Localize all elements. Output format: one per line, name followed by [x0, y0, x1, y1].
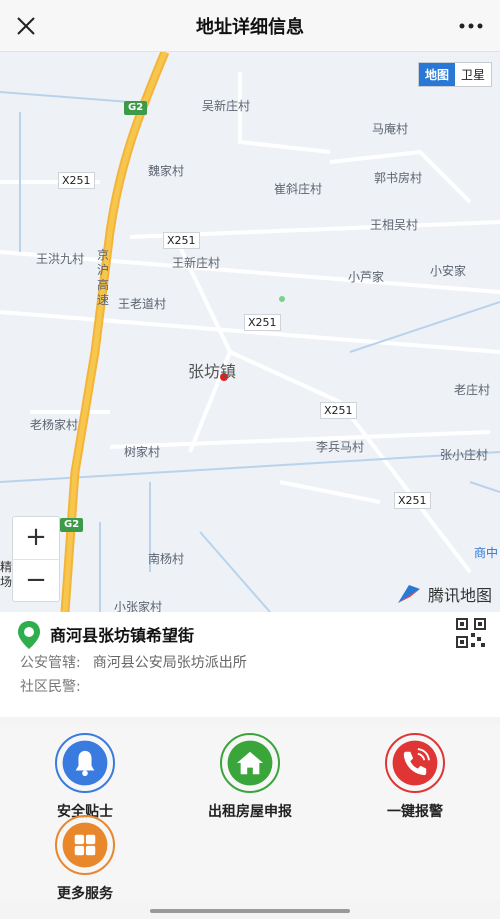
- page-title: 地址详细信息: [196, 17, 304, 38]
- service-label: 一键报警: [387, 804, 443, 820]
- address-name: 商河县张坊镇希望街: [50, 626, 195, 645]
- top-bar: 地址详细信息: [0, 0, 500, 52]
- zoom-control: + −: [12, 516, 60, 602]
- more-services-button[interactable]: 更多服务: [15, 815, 155, 903]
- road-tag: X251: [244, 314, 281, 331]
- place-label: 小芦家: [348, 270, 385, 284]
- phone-icon: [385, 733, 445, 793]
- services-grid: 安全贴士 出租房屋申报 一键报警 更多服务: [0, 725, 500, 903]
- bell-icon: [55, 733, 115, 793]
- place-label: 魏家村: [148, 164, 185, 178]
- provider-name: 腾讯地图: [427, 586, 492, 605]
- police-value: 商河县公安局张坊派出所: [92, 655, 247, 671]
- map-view[interactable]: 吴新庄村 马庵村 魏家村 崔斜庄村 郭书房村 王相吴村 王洪九村 王新庄村 小芦…: [0, 52, 500, 612]
- rental-housing-report-button[interactable]: 出租房屋申报: [180, 733, 320, 821]
- highway-label: 京沪高速: [97, 248, 110, 307]
- service-label: 出租房屋申报: [208, 804, 292, 820]
- community-police-label: 社区民警:: [20, 679, 81, 695]
- zoom-in-button[interactable]: +: [13, 517, 59, 560]
- address-info-panel: 商河县张坊镇希望街 公安管辖: 商河县公安局张坊派出所 社区民警:: [0, 612, 500, 717]
- service-label: 更多服务: [57, 886, 113, 902]
- police-label: 公安管辖:: [20, 655, 81, 671]
- road-tag: X251: [163, 232, 200, 249]
- map-mode-button[interactable]: 地图: [418, 63, 455, 86]
- tencent-map-logo: [397, 585, 420, 603]
- place-label: 小张家村: [114, 600, 163, 612]
- location-pin-icon: [18, 621, 40, 649]
- police-jurisdiction-row: 公安管辖: 商河县公安局张坊派出所: [20, 652, 247, 672]
- safety-tips-button[interactable]: 安全贴士: [15, 733, 155, 821]
- highway-tag: G2: [60, 518, 84, 532]
- edge-label: 商中: [474, 546, 499, 560]
- qr-code-icon[interactable]: [456, 618, 486, 648]
- grid-icon: [55, 815, 115, 875]
- community-police-row: 社区民警:: [20, 676, 93, 696]
- place-label: 王老道村: [118, 297, 167, 311]
- place-label: 崔斜庄村: [274, 182, 323, 196]
- road-tag: X251: [394, 492, 431, 509]
- map-type-toggle: 地图 卫星: [417, 62, 492, 87]
- place-label: 郭书房村: [374, 171, 423, 185]
- satellite-mode-button[interactable]: 卫星: [455, 63, 491, 86]
- place-label: 老庄村: [454, 383, 491, 397]
- zoom-out-button[interactable]: −: [13, 560, 59, 603]
- place-label: 张小庄村: [440, 448, 489, 462]
- emergency-alarm-button[interactable]: 一键报警: [345, 733, 485, 821]
- place-label: 王新庄村: [172, 256, 221, 270]
- place-label: 马庵村: [372, 122, 409, 136]
- more-icon[interactable]: [456, 12, 486, 40]
- town-label: 张坊镇: [188, 362, 237, 381]
- place-label: 小安家: [430, 264, 467, 278]
- place-label: 王洪九村: [36, 252, 85, 266]
- place-label: 树家村: [124, 445, 161, 459]
- highway-tag: G2: [124, 101, 148, 115]
- road-tag: X251: [320, 402, 357, 419]
- map-provider: 腾讯地图: [396, 582, 492, 606]
- home-indicator: [150, 909, 350, 913]
- place-label: 李兵马村: [316, 440, 365, 454]
- place-label: 吴新庄村: [202, 99, 251, 113]
- place-label: 南杨村: [148, 552, 185, 566]
- place-label: 王相吴村: [370, 218, 419, 232]
- house-icon: [220, 733, 280, 793]
- place-label: 老杨家村: [30, 418, 79, 432]
- road-tag: X251: [58, 172, 95, 189]
